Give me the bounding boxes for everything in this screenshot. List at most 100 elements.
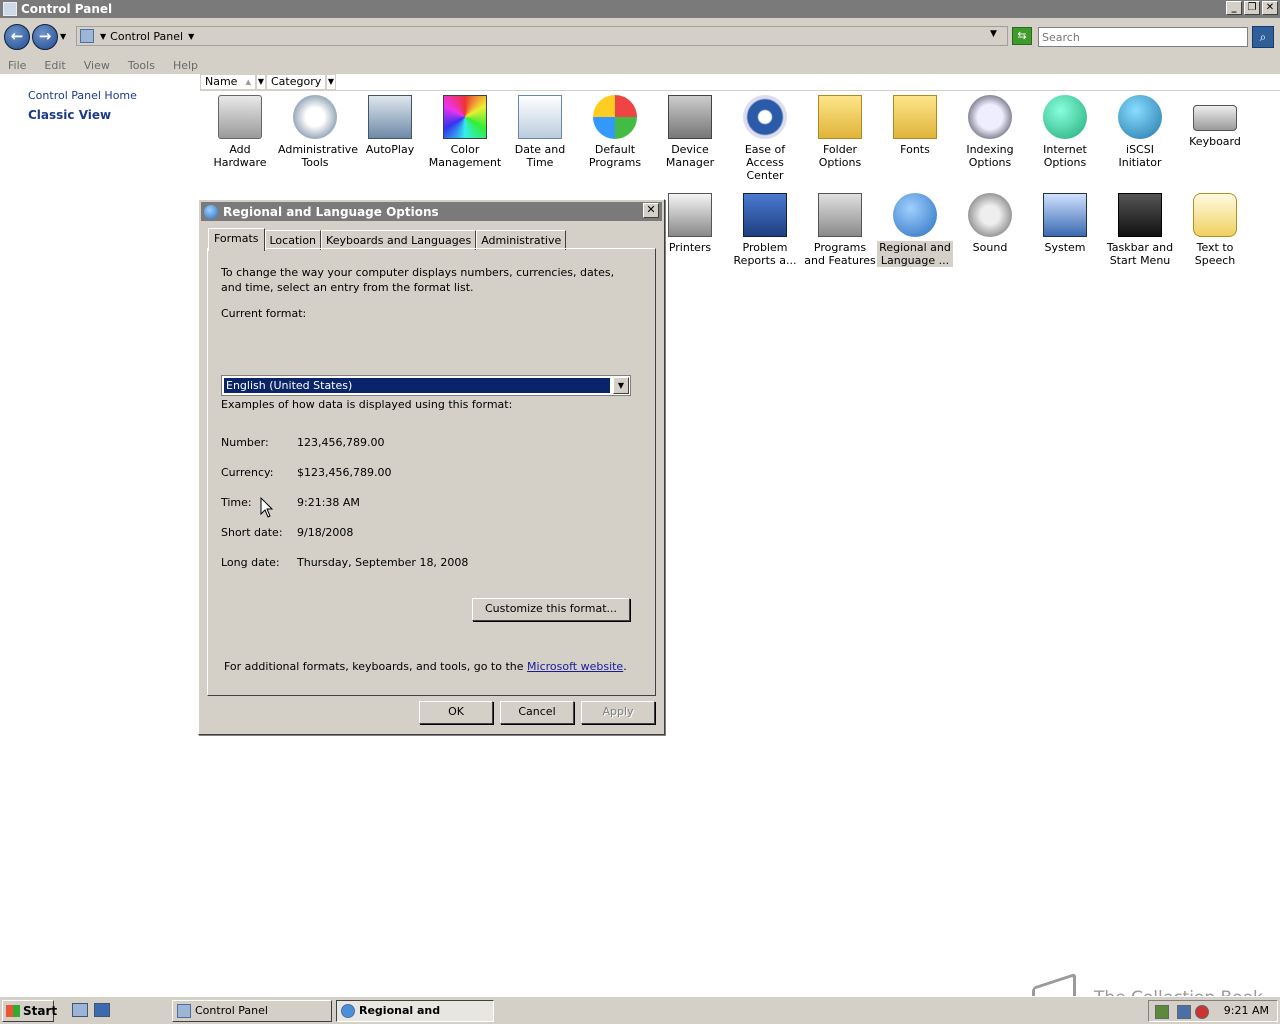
menu-bar: File Edit View Tools Help	[0, 56, 1280, 74]
text-to-speech-icon	[1193, 193, 1237, 237]
close-button[interactable]: ✕	[1262, 1, 1278, 15]
cp-item-label: System	[1044, 241, 1086, 254]
breadcrumb-dropdown-icon[interactable]: ▼	[188, 32, 194, 41]
window-titlebar: Control Panel _ ❐ ✕	[0, 0, 1280, 18]
column-category[interactable]: Category	[266, 74, 326, 90]
cp-item-indexing-options[interactable]: Indexing Options	[952, 95, 1028, 169]
cp-item-system[interactable]: System	[1027, 193, 1103, 254]
cp-item-label: Administrative Tools	[278, 143, 359, 169]
dialog-title: Regional and Language Options	[223, 204, 439, 219]
cp-item-label: Date and Time	[514, 143, 566, 169]
example-currency-value: $123,456,789.00	[297, 466, 392, 479]
breadcrumb-control-panel[interactable]: Control Panel	[110, 30, 183, 43]
regional-language-dialog: Regional and Language Options ✕ Formats …	[198, 199, 665, 735]
cp-item-color-management[interactable]: Color Management	[427, 95, 503, 169]
sound-icon	[968, 193, 1012, 237]
refresh-icon[interactable]: ⇆	[1012, 27, 1032, 45]
example-number-value: 123,456,789.00	[297, 436, 385, 449]
folder-options-icon	[818, 95, 862, 139]
ease-of-access-icon	[743, 95, 787, 139]
example-short-date-value: 9/18/2008	[297, 526, 354, 539]
cp-item-label: Default Programs	[588, 143, 642, 169]
cp-item-taskbar-start-menu[interactable]: Taskbar and Start Menu	[1102, 193, 1178, 267]
control-panel-icon	[3, 2, 17, 16]
color-management-icon	[443, 95, 487, 139]
cp-item-keyboard[interactable]: Keyboard	[1177, 95, 1253, 148]
minimize-button[interactable]: _	[1226, 1, 1242, 15]
footer-text: For additional formats, keyboards, and t…	[224, 660, 627, 673]
classic-view-link[interactable]: Classic View	[28, 108, 111, 122]
cp-item-administrative-tools[interactable]: Administrative Tools	[277, 95, 359, 169]
menu-view[interactable]: View	[84, 59, 110, 72]
security-shield-icon[interactable]	[1155, 1005, 1169, 1019]
server-manager-icon[interactable]	[72, 1003, 88, 1017]
task-pane: Control Panel Home Classic View	[0, 74, 198, 996]
cancel-button[interactable]: Cancel	[500, 701, 574, 724]
tab-formats[interactable]: Formats	[208, 228, 265, 251]
chevron-down-icon[interactable]: ▼	[613, 377, 629, 394]
column-name-dropdown-icon[interactable]: ▼	[256, 74, 266, 90]
autoplay-icon	[368, 95, 412, 139]
forward-icon[interactable]: →	[32, 24, 58, 50]
cp-item-default-programs[interactable]: Default Programs	[577, 95, 653, 169]
customize-format-button[interactable]: Customize this format...	[472, 598, 630, 621]
cp-item-label: Color Management	[428, 143, 502, 169]
ok-button[interactable]: OK	[419, 701, 493, 724]
dialog-close-button[interactable]: ✕	[643, 203, 659, 218]
cp-item-autoplay[interactable]: AutoPlay	[352, 95, 428, 156]
cp-item-text-to-speech[interactable]: Text to Speech	[1177, 193, 1253, 267]
restore-button[interactable]: ❐	[1244, 1, 1260, 15]
breadcrumb-arrow-icon[interactable]: ▼	[100, 32, 106, 41]
cp-item-date-time[interactable]: Date and Time	[502, 95, 578, 169]
cp-item-folder-options[interactable]: Folder Options	[802, 95, 878, 169]
column-category-dropdown-icon[interactable]: ▼	[326, 74, 336, 90]
taskbar-control-panel[interactable]: Control Panel	[172, 1000, 332, 1022]
search-icon[interactable]: ⌕	[1252, 26, 1274, 48]
cp-item-device-manager[interactable]: Device Manager	[652, 95, 728, 169]
cp-item-ease-of-access[interactable]: Ease of Access Center	[727, 95, 803, 182]
taskbar-start-menu-icon	[1118, 193, 1162, 237]
tab-location[interactable]: Location	[264, 230, 322, 250]
control-panel-home-link[interactable]: Control Panel Home	[28, 89, 137, 102]
cp-item-add-hardware[interactable]: Add Hardware	[202, 95, 278, 169]
clock[interactable]: 9:21 AM	[1224, 1004, 1269, 1017]
cp-item-sound[interactable]: Sound	[952, 193, 1028, 254]
address-toolbar: ← → ▼ ▼ Control Panel ▼ ▼ ⇆ ⌕	[0, 18, 1280, 56]
cp-item-regional-language[interactable]: Regional and Language ...	[877, 193, 953, 267]
iscsi-initiator-icon	[1118, 95, 1162, 139]
history-dropdown-icon[interactable]: ▼	[60, 32, 66, 41]
current-format-select[interactable]: English (United States) ▼	[221, 375, 631, 396]
cp-item-label: Text to Speech	[1194, 241, 1236, 267]
tab-administrative[interactable]: Administrative	[476, 230, 567, 250]
tab-keyboards-languages[interactable]: Keyboards and Languages	[321, 230, 477, 250]
back-icon[interactable]: ←	[4, 24, 30, 50]
cp-item-label: Regional and Language ...	[877, 241, 953, 267]
apply-button[interactable]: Apply	[581, 701, 655, 724]
cp-item-label: Sound	[972, 241, 1008, 254]
cp-item-label: Problem Reports a...	[733, 241, 797, 267]
menu-help[interactable]: Help	[173, 59, 198, 72]
show-desktop-icon[interactable]	[94, 1003, 110, 1017]
volume-muted-icon[interactable]	[1195, 1005, 1209, 1019]
cp-item-internet-options[interactable]: Internet Options	[1027, 95, 1103, 169]
menu-file[interactable]: File	[8, 59, 26, 72]
cp-item-iscsi-initiator[interactable]: iSCSI Initiator	[1102, 95, 1178, 169]
menu-tools[interactable]: Tools	[128, 59, 155, 72]
cp-item-label: Folder Options	[818, 143, 862, 169]
menu-edit[interactable]: Edit	[44, 59, 65, 72]
search-input[interactable]	[1038, 27, 1248, 47]
microsoft-website-link[interactable]: Microsoft website	[527, 660, 623, 673]
cp-item-problem-reports[interactable]: Problem Reports a...	[727, 193, 803, 267]
cp-item-label: Add Hardware	[213, 143, 267, 169]
internet-options-icon	[1043, 95, 1087, 139]
network-icon[interactable]	[1177, 1005, 1191, 1019]
taskbar-regional-language[interactable]: Regional and Langua...	[336, 1000, 494, 1022]
example-time-value: 9:21:38 AM	[297, 496, 360, 509]
address-box[interactable]: ▼ Control Panel ▼	[76, 26, 1008, 46]
cp-item-fonts[interactable]: Fonts	[877, 95, 953, 156]
cp-item-programs-features[interactable]: Programs and Features	[802, 193, 878, 267]
address-dropdown-icon[interactable]: ▼	[990, 29, 997, 39]
column-name[interactable]: Name ▲	[200, 74, 256, 90]
programs-features-icon	[818, 193, 862, 237]
start-button[interactable]: Start	[2, 1000, 57, 1022]
